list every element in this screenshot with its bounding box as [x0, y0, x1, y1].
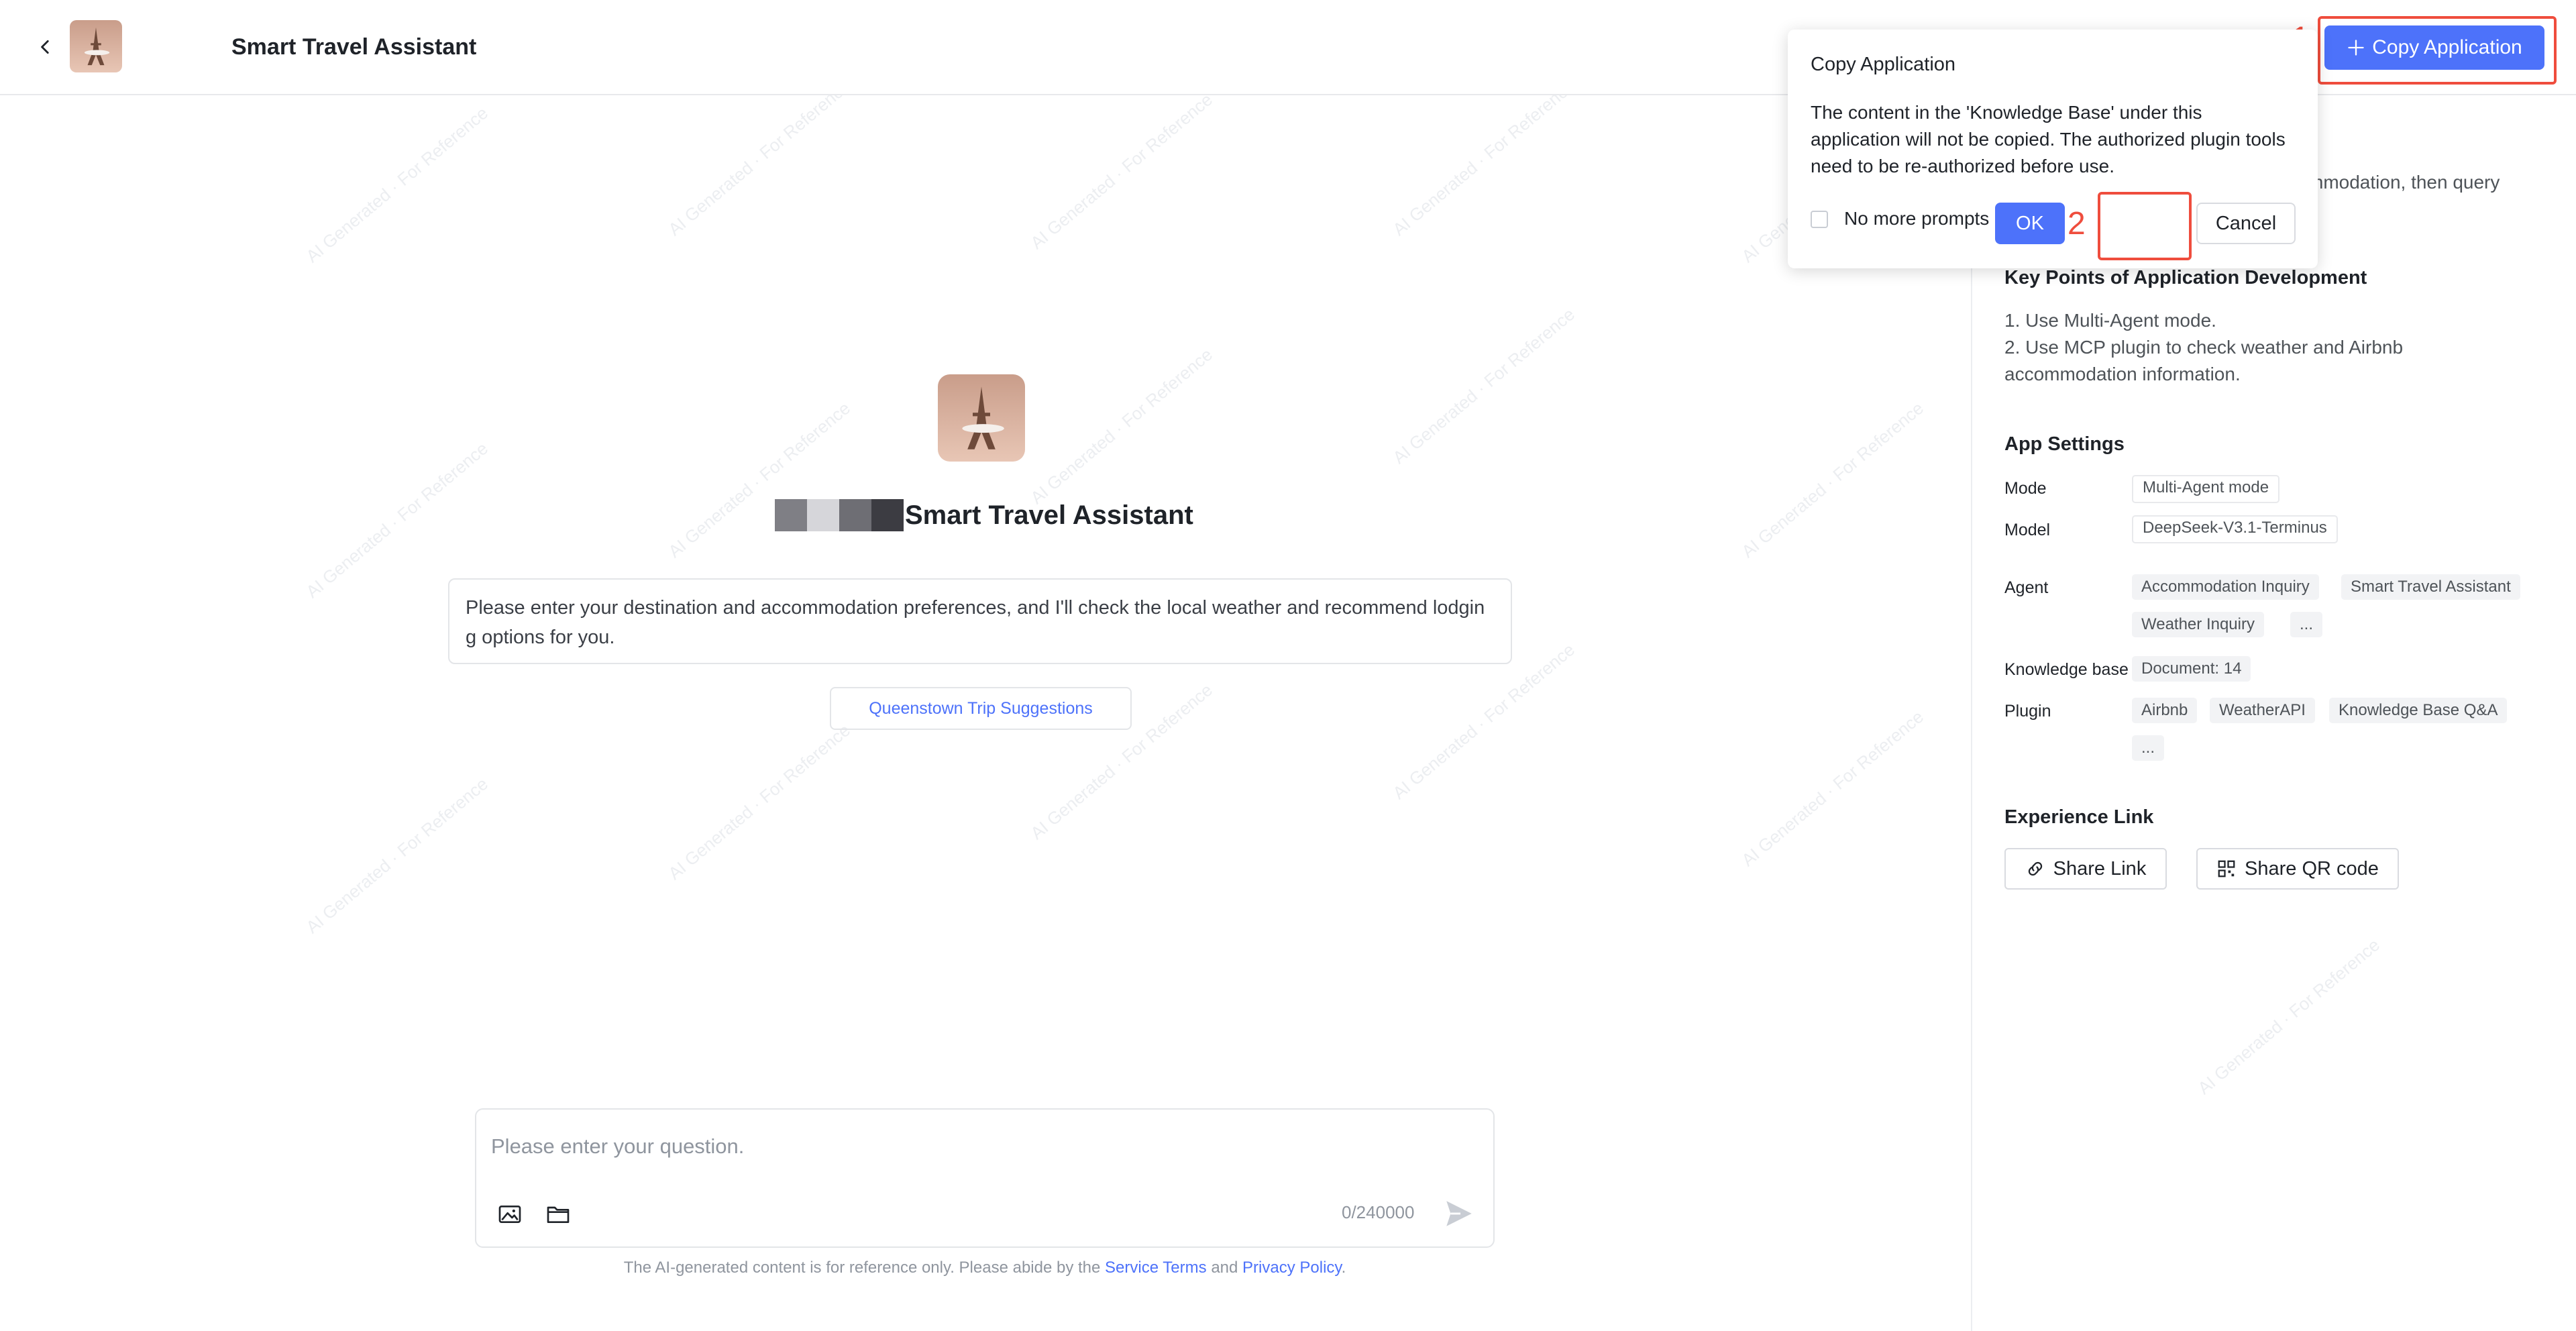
key-point-1: 1. Use Multi-Agent mode. [2004, 310, 2216, 331]
plugin-tag: WeatherAPI [2210, 698, 2315, 723]
model-value-tag: DeepSeek-V3.1-Terminus [2132, 515, 2338, 543]
plugin-tag: Knowledge Base Q&A [2329, 698, 2508, 723]
model-label: Model [2004, 521, 2051, 539]
watermark-text: AI Generated · For Reference [1026, 344, 1217, 509]
redaction-block [871, 499, 904, 531]
agent-tag: Smart Travel Assistant [2341, 574, 2520, 600]
disclaimer: The AI-generated content is for referenc… [0, 1259, 1970, 1277]
annotation-box-2 [2098, 192, 2192, 260]
app-avatar-large [938, 374, 1025, 462]
watermark-text: AI Generated · For Reference [302, 774, 492, 938]
center-app-title: Smart Travel Assistant [905, 500, 1193, 530]
app-avatar-small [70, 20, 122, 72]
plugin-label: Plugin [2004, 702, 2051, 721]
link-icon [2028, 861, 2042, 876]
image-upload-icon[interactable] [496, 1201, 523, 1228]
agent-more-tag[interactable]: ... [2290, 612, 2323, 637]
key-points-title: Key Points of Application Development [2004, 267, 2367, 288]
redaction-block [775, 499, 807, 531]
app-description-partial: mmodation, then query [2308, 172, 2500, 193]
intro-message: Please enter your destination and accomm… [448, 578, 1512, 664]
chat-input-box: 0/240000 [475, 1108, 1495, 1248]
share-link-button[interactable]: Share Link [2004, 848, 2167, 890]
watermark-text: AI Generated · For Reference [2194, 935, 2384, 1099]
mode-value-tag: Multi-Agent mode [2132, 475, 2280, 503]
plugin-more-tag[interactable]: ... [2132, 735, 2165, 761]
suggestion-button[interactable]: Queenstown Trip Suggestions [830, 687, 1132, 730]
watermark-text: AI Generated · For Reference [1389, 304, 1579, 468]
panel-divider [1971, 94, 1972, 1331]
disclaimer-and: and [1211, 1259, 1238, 1277]
back-button[interactable] [27, 28, 64, 66]
disclaimer-suffix: . [1341, 1259, 1346, 1277]
ok-button[interactable]: OK [1995, 203, 2065, 244]
disclaimer-prefix: The AI-generated content is for referenc… [623, 1259, 1101, 1277]
knowledge-base-label: Knowledge base [2004, 660, 2129, 679]
chevron-left-icon [41, 40, 49, 54]
watermark-text: AI Generated · For Reference [302, 103, 492, 267]
send-icon[interactable] [1442, 1197, 1476, 1230]
no-more-prompts-checkbox[interactable] [1811, 211, 1828, 228]
question-input[interactable] [490, 1126, 1472, 1167]
redaction-block [839, 499, 871, 531]
watermark-text: AI Generated · For Reference [1026, 89, 1217, 254]
key-point-2: 2. Use MCP plugin to check weather and A… [2004, 337, 2404, 384]
annotation-number-2: 2 [2068, 206, 2086, 242]
app-title: Smart Travel Assistant [231, 34, 477, 60]
mode-label: Mode [2004, 479, 2047, 498]
app-settings-title: App Settings [2004, 433, 2125, 455]
qr-code-icon [2218, 860, 2235, 877]
privacy-policy-link[interactable]: Privacy Policy [1242, 1259, 1342, 1277]
watermark-text: AI Generated · For Reference [664, 720, 855, 884]
redaction-block [807, 499, 839, 531]
char-counter: 0/240000 [1342, 1202, 1415, 1222]
watermark-text: AI Generated · For Reference [664, 76, 855, 240]
experience-link-title: Experience Link [2004, 806, 2154, 828]
watermark-text: AI Generated · For Reference [1389, 76, 1579, 240]
cancel-button[interactable]: Cancel [2196, 203, 2296, 244]
share-qr-button[interactable]: Share QR code [2196, 848, 2399, 890]
annotation-box-1 [2318, 16, 2557, 85]
watermark-text: AI Generated · For Reference [1737, 706, 1928, 871]
plugin-tag: Airbnb [2132, 698, 2198, 723]
agent-label: Agent [2004, 578, 2049, 597]
service-terms-link[interactable]: Service Terms [1105, 1259, 1207, 1277]
agent-tag: Accommodation Inquiry [2132, 574, 2319, 600]
agent-tag: Weather Inquiry [2132, 612, 2264, 637]
share-qr-label: Share QR code [2245, 857, 2379, 880]
popover-message: The content in the 'Knowledge Base' unde… [1811, 102, 2286, 176]
center-title-row: Smart Travel Assistant [775, 498, 1193, 533]
watermark-text: AI Generated · For Reference [664, 398, 855, 562]
watermark-text: AI Generated · For Reference [1737, 398, 1928, 562]
share-link-label: Share Link [2053, 857, 2147, 880]
no-more-prompts-label[interactable]: No more prompts [1844, 208, 1989, 229]
knowledge-base-tag: Document: 14 [2132, 656, 2251, 682]
folder-upload-icon[interactable] [545, 1201, 572, 1228]
popover-title: Copy Application [1811, 54, 1956, 75]
